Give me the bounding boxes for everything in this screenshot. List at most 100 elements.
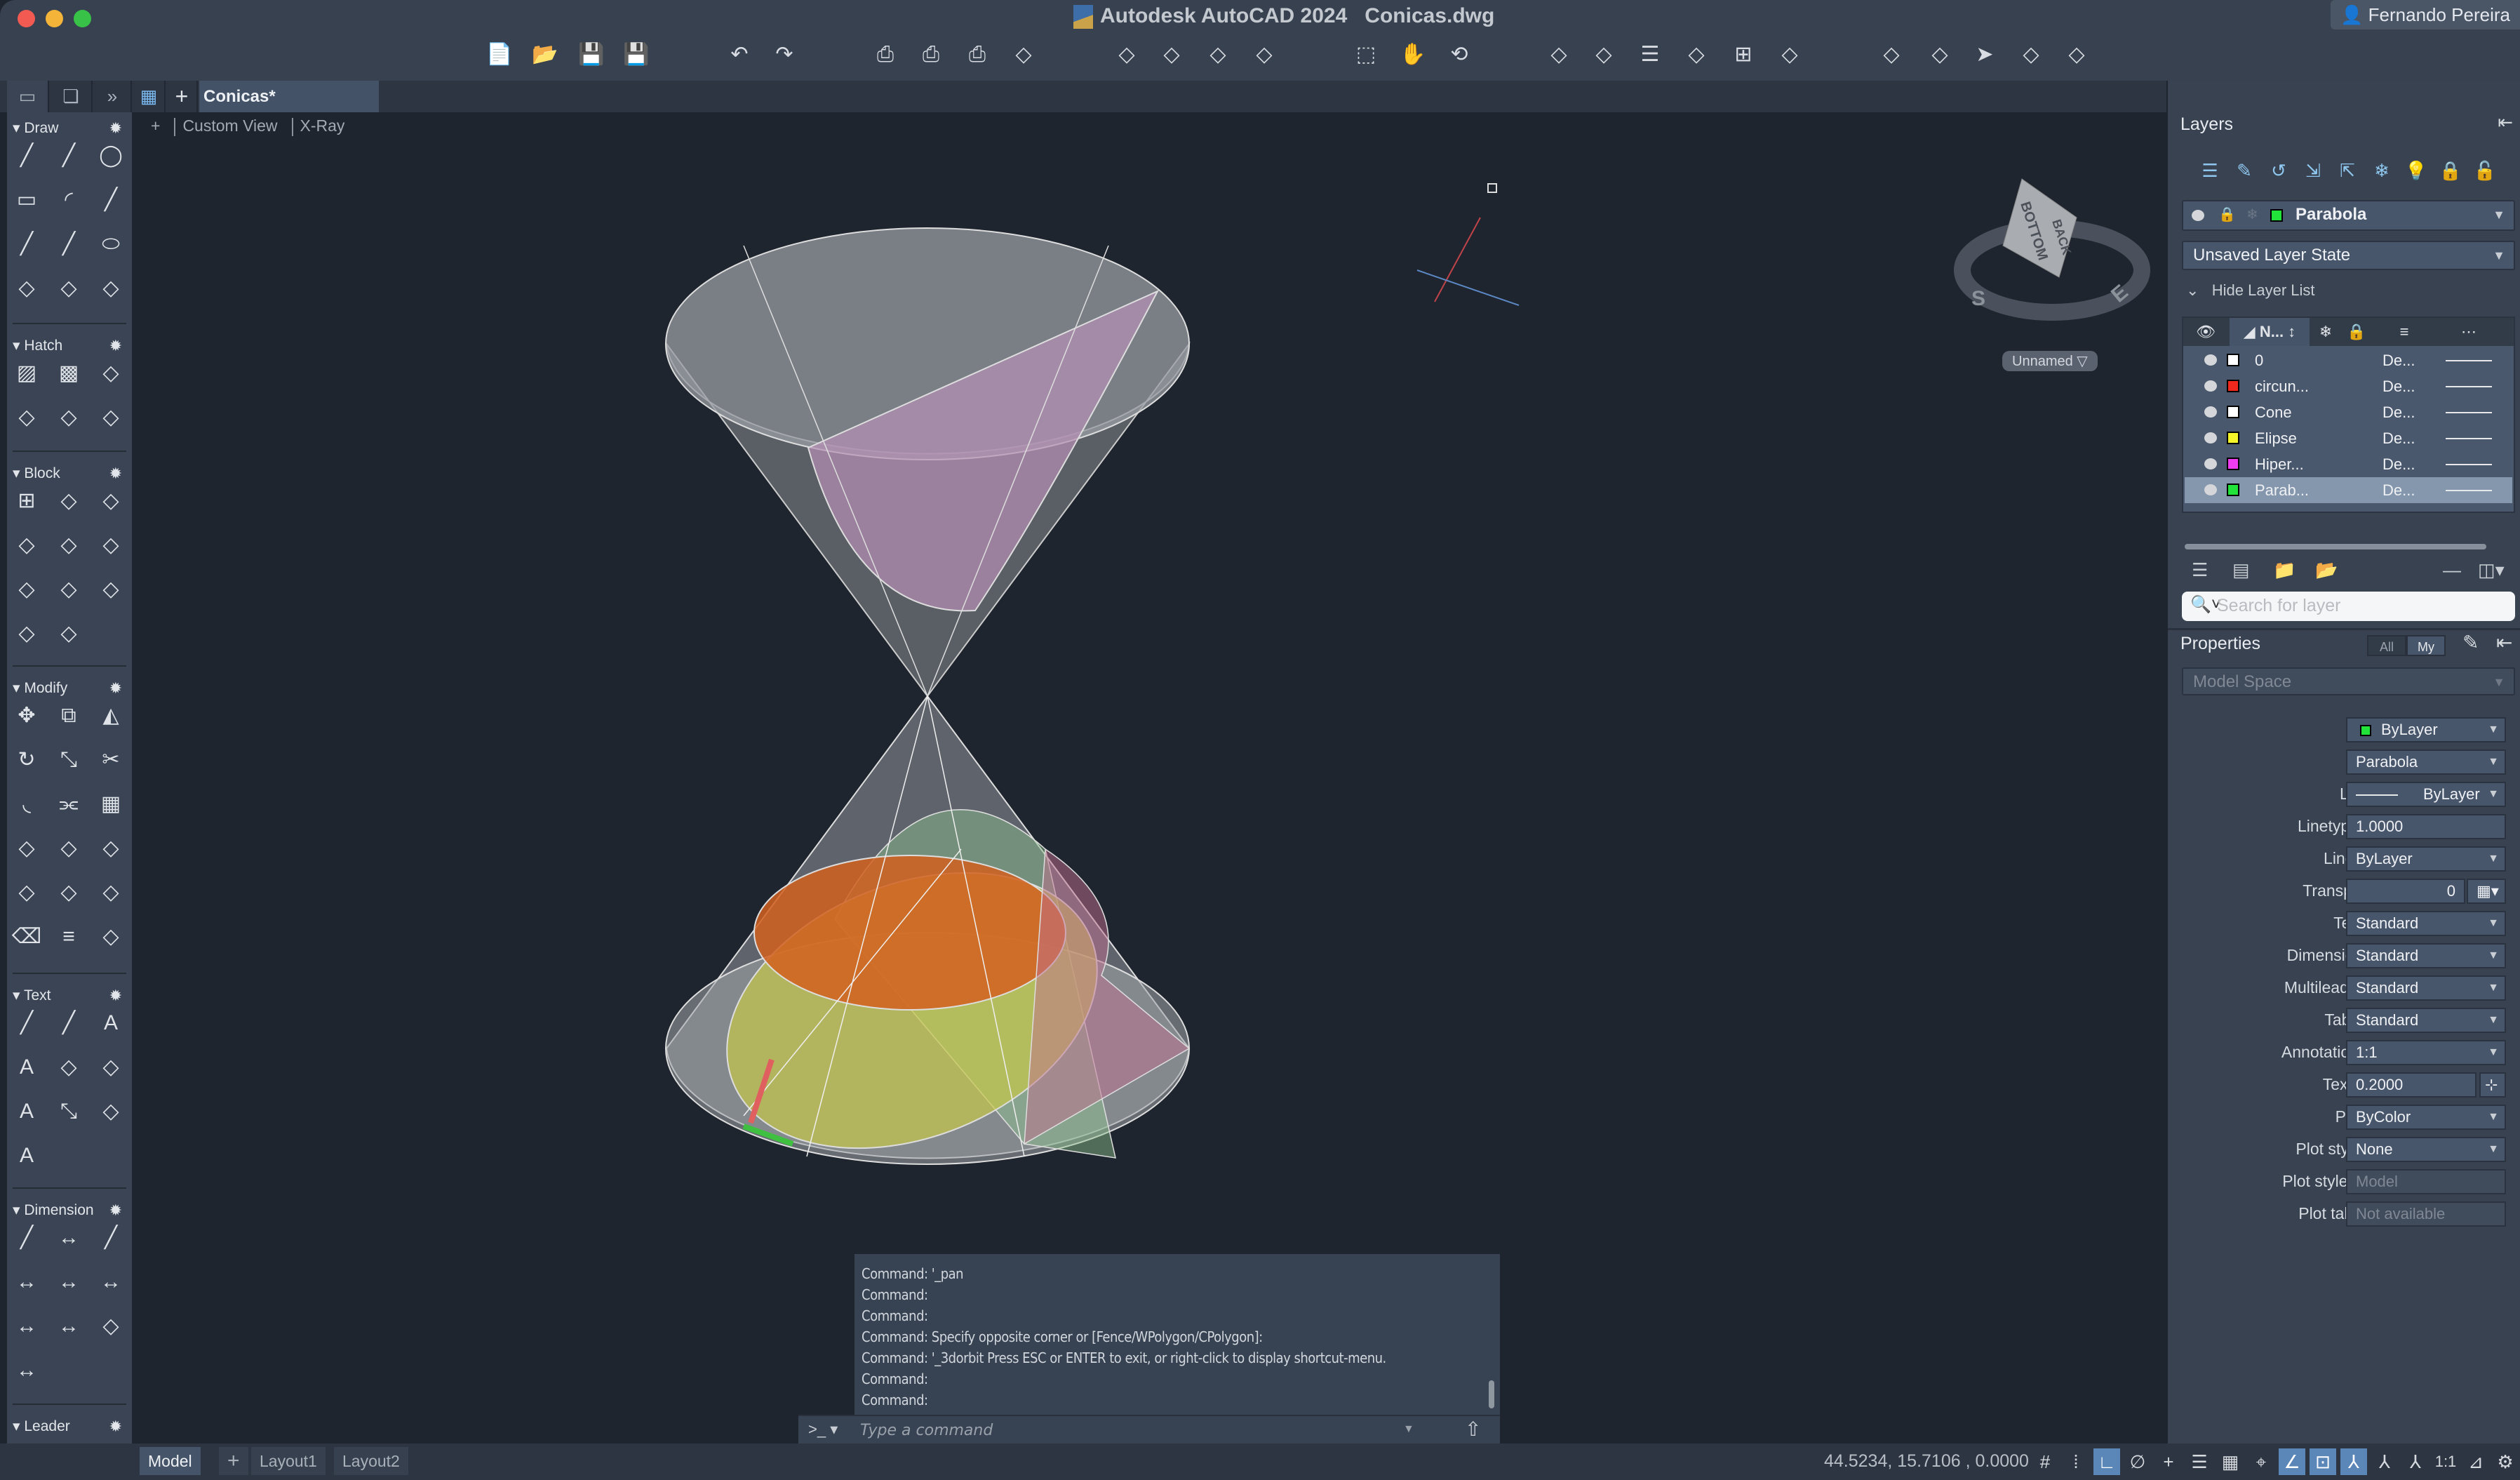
extend-icon[interactable]: ◇ (53, 833, 84, 864)
grid-icon[interactable]: # (2032, 1448, 2058, 1475)
tab-conicas[interactable]: Conicas* (199, 81, 379, 112)
revision-cloud-icon[interactable]: ◇ (11, 273, 42, 304)
property-linetype[interactable]: ByLayer ▼ (2346, 782, 2506, 807)
single-line-text-icon[interactable]: ╱ (53, 1008, 84, 1039)
property-annotation-scale[interactable]: 1:1 ▼ (2346, 1040, 2506, 1065)
layer-color-swatch[interactable] (2227, 380, 2239, 392)
freeze-layer-icon[interactable]: ❄ (2368, 156, 2396, 185)
layer-state-dropdown[interactable]: Unsaved Layer State ▼ (2182, 241, 2515, 270)
linear-dim-icon[interactable]: ╱ (11, 1222, 42, 1253)
turn-off-layer-icon[interactable]: 💡 (2402, 156, 2430, 185)
layer-linetype[interactable]: De... (2382, 347, 2415, 373)
fillet-icon[interactable]: ◟ (11, 789, 42, 820)
diameter-dim-icon[interactable]: ↔ (95, 1267, 126, 1298)
layer-row[interactable]: Cone De... (2185, 399, 2512, 425)
layer-row[interactable]: Elipse De... (2185, 425, 2512, 451)
hide-layer-list-toggle[interactable]: ⌄ Hide Layer List (2186, 281, 2315, 300)
property-table-style[interactable]: Standard ▼ (2346, 1008, 2506, 1033)
annotation-scale-icon[interactable]: ⅄ (2402, 1448, 2429, 1475)
line-icon[interactable]: ╱ (11, 140, 42, 171)
current-layer-dropdown[interactable]: 🔒 ❄ Parabola ▼ (2182, 200, 2515, 231)
create-block-icon[interactable]: ◇ (53, 486, 84, 516)
layer-color-swatch[interactable] (2227, 354, 2239, 366)
palette-section-dimension[interactable]: ▾ Dimension ✹ (13, 1201, 132, 1219)
lock-layer-icon[interactable]: 🔒 (2437, 156, 2465, 185)
copy-icon[interactable]: ⧉ (53, 700, 84, 731)
array-icon[interactable]: ▦ (95, 789, 126, 820)
palette-section-block[interactable]: ▾ Block ✹ (13, 465, 132, 482)
gear-icon[interactable]: ✹ (109, 1418, 122, 1436)
tolerance-icon[interactable]: ◇ (95, 1311, 126, 1342)
view-icon[interactable]: ◇ (2017, 42, 2045, 67)
stretch-icon[interactable]: ◇ (11, 833, 42, 864)
tab-2d-icon[interactable]: ▭ (7, 81, 49, 112)
auto-scale-icon[interactable]: ⅄ (2371, 1448, 2398, 1475)
layer-match-icon[interactable]: ✎ (2230, 156, 2258, 185)
previous-layer-icon[interactable]: ↺ (2265, 156, 2293, 185)
offset-icon[interactable]: ⫘ (53, 789, 84, 820)
tab-model[interactable]: Model (140, 1447, 201, 1475)
osnap-track-icon[interactable]: ∠ (2279, 1448, 2305, 1475)
space-dim-icon[interactable]: ↔ (11, 1311, 42, 1342)
maximize-window-button[interactable] (74, 10, 91, 27)
layer-color-swatch[interactable] (2227, 406, 2239, 418)
match-properties-icon[interactable]: ◇ (1590, 42, 1618, 67)
start-tab-grid-icon[interactable]: ▦ (133, 81, 166, 112)
expand-palette-icon[interactable]: » (94, 81, 132, 112)
save-icon[interactable]: 💾 (577, 42, 605, 67)
continue-dim-icon[interactable]: ↔ (11, 1267, 42, 1298)
draworder-icon[interactable]: ◇ (95, 921, 126, 952)
open-icon[interactable]: 📂 (531, 42, 559, 67)
column-name-header[interactable]: ◢ N... ↕ (2230, 318, 2310, 346)
property-linetype-scale[interactable]: 1.0000 (2346, 814, 2506, 839)
add-layout-icon[interactable]: + (219, 1447, 248, 1475)
manage-attributes-icon[interactable]: ◇ (53, 530, 84, 561)
tab-layout1[interactable]: Layout1 (251, 1447, 326, 1475)
gear-icon[interactable]: ✹ (109, 119, 122, 138)
pick-height-icon[interactable]: ⊹ (2479, 1072, 2506, 1098)
lineweight-column-icon[interactable]: ⋯ (2437, 318, 2500, 346)
polyline-icon[interactable]: ╱ (53, 140, 84, 171)
properties-icon[interactable]: ◇ (1545, 42, 1573, 67)
ellipse-icon[interactable]: ⬭ (95, 229, 126, 260)
publish-icon[interactable]: ◇ (1204, 42, 1232, 67)
break-dim-icon[interactable]: ↔ (53, 1311, 84, 1342)
block-palette-icon[interactable]: ◇ (53, 618, 84, 649)
trim-icon[interactable]: ✂ (95, 745, 126, 775)
new-tab-plus-icon[interactable]: + (167, 81, 198, 112)
pdf-import-icon[interactable]: ◇ (95, 1096, 126, 1127)
palette-section-hatch[interactable]: ▾ Hatch ✹ (13, 337, 132, 354)
measure-icon[interactable]: ◇ (1926, 42, 1954, 67)
new-icon[interactable]: 📄 (485, 42, 514, 67)
viewcube[interactable]: BOTTOM BACK S E (1954, 178, 2150, 321)
linetype-column-icon[interactable]: ≡ (2373, 318, 2436, 346)
layer-search-input[interactable] (2217, 594, 2505, 618)
lightbulb-icon[interactable] (2204, 354, 2217, 366)
snap-icon[interactable]: ⁞ (2063, 1448, 2089, 1475)
settings-gear-icon[interactable]: ⚙ (2492, 1448, 2519, 1475)
pan-icon[interactable]: ✋ (1399, 42, 1427, 67)
attach-icon[interactable]: ◇ (1776, 42, 1804, 67)
property-text-style[interactable]: Standard ▼ (2346, 911, 2506, 936)
layer-linetype[interactable]: De... (2382, 477, 2415, 503)
command-history-dropdown-icon[interactable]: ▼ (1403, 1423, 1414, 1436)
layer-color-swatch[interactable] (2227, 458, 2239, 470)
write-block-icon[interactable]: ◇ (11, 574, 42, 605)
edit-block-icon[interactable]: ◇ (95, 486, 126, 516)
share-icon[interactable]: ◇ (1250, 42, 1278, 67)
unlock-layer-icon[interactable]: 🔓 (2471, 156, 2499, 185)
layer-linetype[interactable]: De... (2382, 373, 2415, 399)
send-icon[interactable]: ➤ (1971, 42, 1999, 67)
text-align-icon[interactable]: A (11, 1096, 42, 1127)
break-at-point-icon[interactable]: ◇ (95, 877, 126, 908)
property-plot-style-table[interactable]: None ▼ (2346, 1137, 2506, 1162)
close-window-button[interactable] (18, 10, 35, 27)
layers-dock-icon[interactable]: ⇤ (2498, 112, 2513, 133)
palette-section-text[interactable]: ▾ Text ✹ (13, 987, 132, 1004)
layer-linetype[interactable]: De... (2382, 399, 2415, 425)
user-account-button[interactable]: 👤 Fernando Pereira (2331, 0, 2520, 29)
palette-section-leader[interactable]: ▾ Leader ✹ (13, 1418, 132, 1435)
region-icon[interactable]: ◇ (11, 402, 42, 433)
new-property-filter-icon[interactable]: 📂 (2315, 559, 2338, 581)
layer-row[interactable]: Hiper... De... (2185, 451, 2512, 477)
